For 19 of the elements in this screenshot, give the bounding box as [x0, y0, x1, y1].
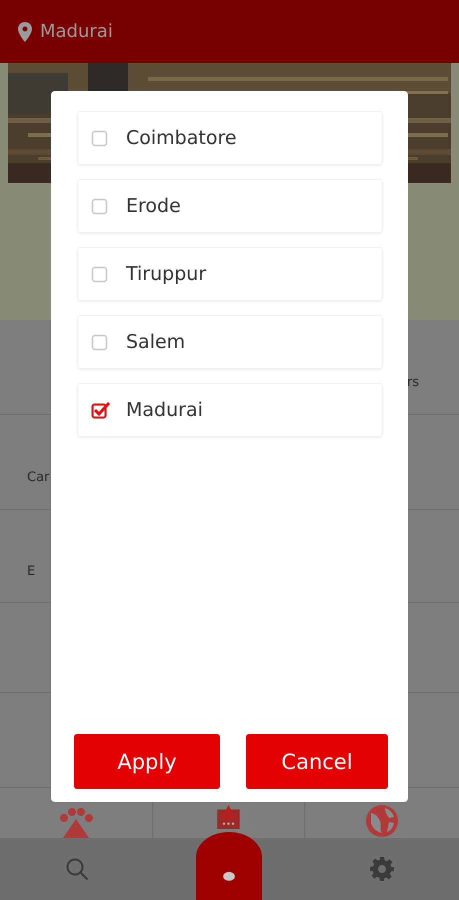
city-option[interactable]: Madurai	[77, 383, 383, 437]
image-icon[interactable]	[217, 805, 240, 829]
category-label: E	[27, 564, 36, 578]
search-icon[interactable]	[65, 857, 89, 881]
city-option[interactable]: Erode	[77, 179, 383, 233]
cancel-button[interactable]: Cancel	[246, 734, 388, 789]
checkbox[interactable]	[91, 400, 111, 420]
location-label[interactable]: Madurai	[40, 21, 113, 42]
globe-icon[interactable]	[365, 804, 399, 838]
city-option[interactable]: Tiruppur	[77, 247, 383, 301]
category-label: Car	[27, 470, 50, 484]
city-option[interactable]: Coimbatore	[77, 111, 383, 165]
apply-button[interactable]: Apply	[74, 734, 220, 789]
settings-icon[interactable]	[370, 857, 394, 881]
city-option[interactable]: Salem	[77, 315, 383, 369]
location-pin-icon	[18, 22, 32, 42]
paw-icon[interactable]	[58, 808, 94, 838]
record-button[interactable]	[196, 832, 262, 900]
category-label: rs	[406, 374, 419, 390]
